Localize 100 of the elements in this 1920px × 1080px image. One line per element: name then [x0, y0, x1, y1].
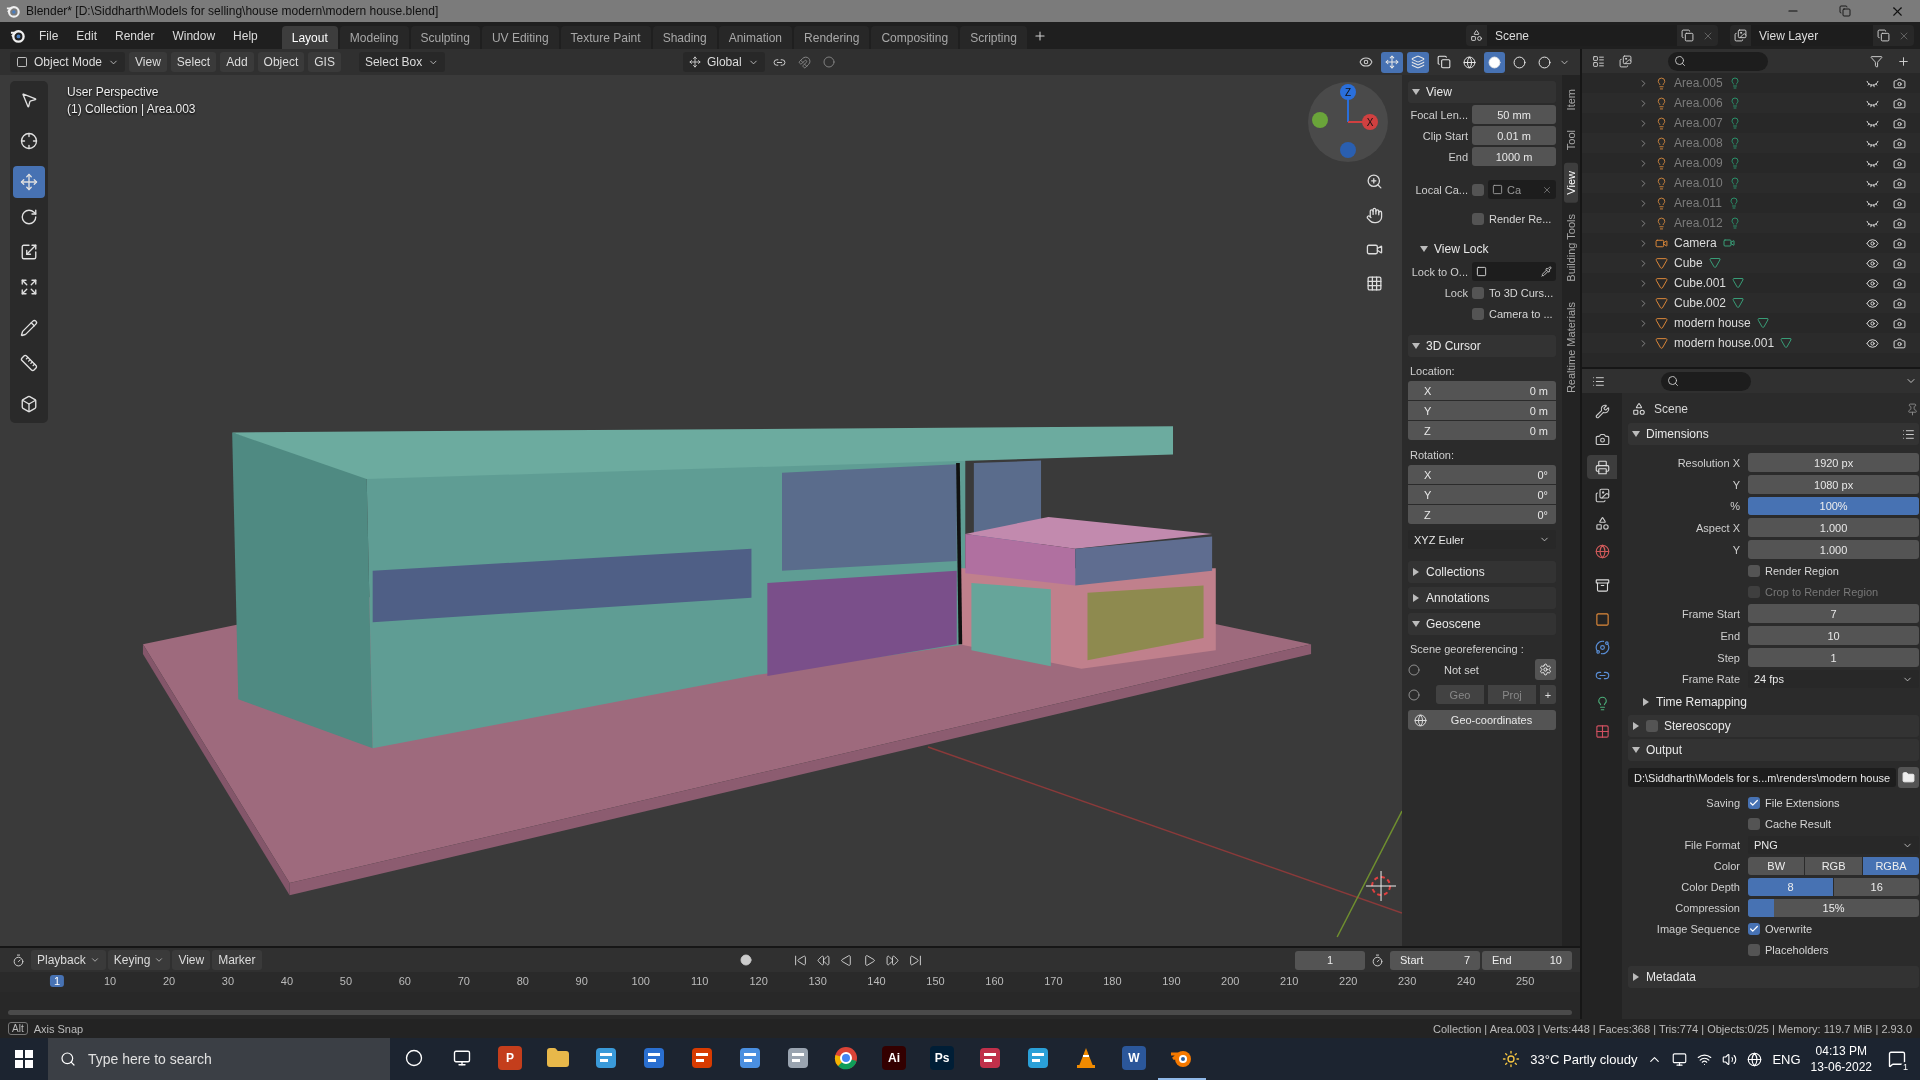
geo-button[interactable]: +	[1540, 685, 1556, 704]
workspace-tab[interactable]: Scripting	[960, 25, 1027, 50]
segment-button[interactable]: RGB	[1805, 857, 1862, 875]
menu-item[interactable]: File	[31, 25, 67, 46]
tool-dropdown[interactable]: Select Box	[358, 52, 445, 72]
scene-field[interactable]: Scene	[1487, 25, 1677, 46]
panel-header[interactable]: Geoscene	[1408, 613, 1556, 635]
header-menu[interactable]: Add	[220, 52, 254, 72]
header-menu[interactable]: GIS	[308, 52, 341, 72]
outliner-item[interactable]: Area.009	[1674, 156, 1723, 170]
number-field[interactable]: 1000 m	[1472, 147, 1556, 166]
number-field[interactable]: 1	[1748, 648, 1920, 667]
header-menu[interactable]: View	[172, 950, 211, 970]
taskbar-app[interactable]: W	[1110, 1038, 1158, 1080]
subpanel-header[interactable]: Time Remapping	[1628, 691, 1920, 713]
taskbar-search-field[interactable]: Type here to search	[48, 1038, 390, 1080]
outliner-item[interactable]: Cube.001	[1674, 276, 1727, 290]
number-field[interactable]: Y 0 m	[1408, 401, 1556, 420]
number-field[interactable]: X 0 m	[1408, 381, 1556, 400]
segment-button[interactable]: RGBA	[1862, 857, 1920, 875]
header-menu[interactable]: Playback	[31, 950, 106, 970]
sidebar-tab[interactable]: Realtime Materials	[1564, 293, 1578, 402]
outliner-item[interactable]: Area.011	[1674, 196, 1722, 210]
checkbox-option[interactable]: Camera to ...	[1472, 307, 1556, 320]
notification-button[interactable]: 1	[1882, 1044, 1912, 1074]
checkbox-option[interactable]: Cache Result	[1748, 818, 1920, 830]
number-field[interactable]: 1920 px	[1748, 453, 1920, 472]
dropdown[interactable]: PNG	[1748, 836, 1920, 854]
checkbox-option[interactable]: Render Re...	[1472, 212, 1556, 225]
sidebar-tab[interactable]: Tool	[1564, 122, 1578, 159]
workspace-tab[interactable]: Texture Paint	[560, 25, 651, 50]
number-field[interactable]: Z 0 m	[1408, 421, 1556, 440]
panel-header[interactable]: Stereoscopy	[1628, 715, 1920, 737]
dropdown[interactable]: 24 fps	[1748, 670, 1920, 688]
checkbox-option[interactable]: Overwrite	[1748, 923, 1920, 935]
panel-header[interactable]: View	[1408, 81, 1556, 103]
checkbox-option[interactable]: File Extensions	[1748, 797, 1920, 809]
taskbar-app[interactable]: P	[486, 1038, 534, 1080]
outliner-item[interactable]: Area.005	[1674, 76, 1723, 90]
slider-field[interactable]: 15%	[1748, 899, 1920, 917]
menu-item[interactable]: Help	[225, 25, 266, 46]
header-menu[interactable]: Select	[170, 52, 217, 72]
panel-header[interactable]: Output	[1628, 739, 1920, 761]
workspace-tab[interactable]: Modeling	[339, 25, 409, 50]
number-field[interactable]: 0.01 m	[1472, 126, 1556, 145]
number-field[interactable]: Y 0°	[1408, 485, 1556, 504]
end-frame-field[interactable]: End 10	[1482, 950, 1572, 970]
header-menu[interactable]: Object	[257, 52, 305, 72]
number-field[interactable]: 1080 px	[1748, 475, 1920, 494]
outliner-item[interactable]: Cube	[1674, 256, 1703, 270]
workspace-tab[interactable]: Shading	[652, 25, 717, 50]
number-field[interactable]: 1.000	[1748, 540, 1920, 559]
number-field[interactable]: 1.000	[1748, 518, 1920, 537]
number-field[interactable]: 7	[1748, 604, 1920, 623]
header-menu[interactable]: Marker	[212, 950, 262, 970]
language-indicator[interactable]: ENG	[1772, 1051, 1801, 1067]
menu-item[interactable]: Render	[107, 25, 163, 46]
number-field[interactable]: 10	[1748, 626, 1920, 645]
menu-item[interactable]: Edit	[68, 25, 106, 46]
sidebar-tab[interactable]: Item	[1564, 81, 1578, 119]
current-frame-field[interactable]: 1	[1295, 950, 1365, 970]
sidebar-tab[interactable]: View	[1564, 162, 1578, 203]
workspace-tab[interactable]: Rendering	[794, 25, 870, 50]
output-path-field[interactable]: D:\Siddharth\Models for s...m\renders\modern house	[1628, 768, 1897, 787]
panel-header[interactable]: Metadata	[1628, 966, 1920, 988]
sidebar-tab[interactable]: Building Tools	[1564, 206, 1578, 290]
header-menu[interactable]: Keying	[107, 950, 171, 970]
outliner-item[interactable]: Area.007	[1674, 116, 1723, 130]
slider-field[interactable]: 100%	[1748, 497, 1920, 515]
header-menu[interactable]: View	[129, 52, 167, 72]
taskbar-app[interactable]: Ps	[918, 1038, 966, 1080]
navigation-gizmo[interactable]: Z X	[1306, 80, 1390, 164]
outliner-item[interactable]: Cube.002	[1674, 296, 1727, 310]
segment-button[interactable]: 8	[1748, 878, 1834, 896]
mode-dropdown[interactable]: Object Mode	[10, 52, 126, 72]
number-field[interactable]: 50 mm	[1472, 105, 1556, 124]
outliner-item[interactable]: Camera	[1674, 236, 1717, 250]
start-frame-field[interactable]: Start 7	[1390, 950, 1480, 970]
orientation-dropdown[interactable]: Global	[682, 52, 765, 72]
panel-header[interactable]: Dimensions	[1628, 423, 1920, 445]
workspace-tab[interactable]: Compositing	[871, 25, 959, 50]
taskbar-app[interactable]: Ai	[870, 1038, 918, 1080]
panel-header[interactable]: Collections	[1408, 561, 1556, 583]
panel-header[interactable]: 3D Cursor	[1408, 335, 1556, 357]
workspace-tab[interactable]: UV Editing	[481, 25, 559, 50]
number-field[interactable]: X 0°	[1408, 465, 1556, 484]
menu-item[interactable]: Window	[164, 25, 224, 46]
checkbox-option[interactable]: Placeholders	[1748, 944, 1920, 956]
checkbox-option[interactable]: To 3D Curs...	[1472, 286, 1556, 299]
view-layer-field[interactable]: View Layer	[1751, 25, 1873, 46]
segment-button[interactable]: BW	[1748, 857, 1805, 875]
outliner-item[interactable]: modern house.001	[1674, 336, 1775, 350]
number-field[interactable]: Z 0°	[1408, 505, 1556, 524]
panel-header[interactable]: Annotations	[1408, 587, 1556, 609]
camera-field[interactable]: Ca	[1488, 180, 1556, 199]
checkbox-option[interactable]: Render Region	[1748, 565, 1920, 577]
subpanel-header[interactable]: View Lock	[1408, 238, 1556, 260]
workspace-tab[interactable]: Animation	[718, 25, 793, 50]
outliner-item[interactable]: modern house	[1674, 316, 1751, 330]
dropdown[interactable]: XYZ Euler	[1408, 530, 1556, 549]
